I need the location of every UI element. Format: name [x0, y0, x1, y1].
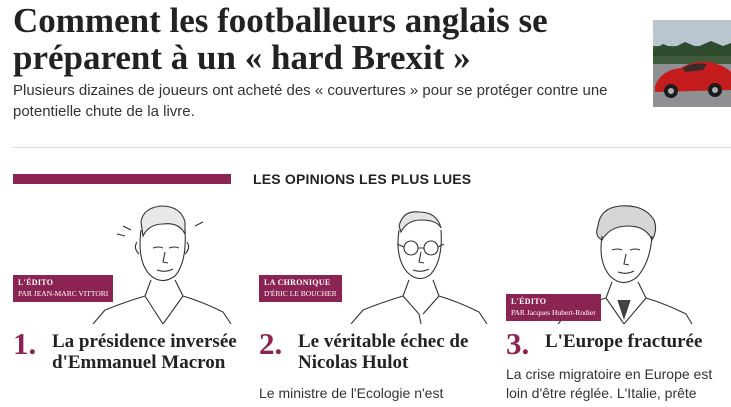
- columnist-portrait-glasses-icon: [350, 211, 488, 324]
- opinion-title[interactable]: La présidence inversée d'Emmanuel Macron: [52, 331, 242, 373]
- section-divider: [13, 147, 731, 148]
- opinion-title[interactable]: L'Europe fracturée: [545, 331, 731, 352]
- opinion-tag[interactable]: LA CHRONIQUE D'ÉRIC LE BOUCHER: [259, 275, 342, 302]
- opinion-card[interactable]: LA CHRONIQUE D'ÉRIC LE BOUCHER 2. Le vér…: [259, 196, 491, 407]
- opinion-title[interactable]: Le véritable échec de Nicolas Hulot: [298, 331, 488, 373]
- section-title: LES OPINIONS LES PLUS LUES: [253, 171, 472, 187]
- opinion-excerpt: La crise migratoire en Europe est loin d…: [506, 366, 713, 401]
- article-summary: Plusieurs dizaines de joueurs ont acheté…: [13, 82, 608, 120]
- article-thumbnail[interactable]: [653, 20, 731, 107]
- opinion-tag[interactable]: L'ÉDITO PAR Jacques Hubert-Rodier: [506, 294, 601, 321]
- opinion-tag-author: D'ÉRIC LE BOUCHER: [264, 289, 337, 298]
- opinion-tag-author: PAR JEAN-MARC VITTORI: [18, 289, 109, 298]
- opinion-rank: 1.: [13, 326, 37, 361]
- opinion-tag[interactable]: L'ÉDITO PAR JEAN-MARC VITTORI: [13, 275, 114, 302]
- opinion-tag-kind: L'ÉDITO: [18, 278, 54, 287]
- opinion-excerpt: Le ministre de l'Ecologie n'est: [259, 385, 444, 401]
- section-accent-bar: [13, 174, 231, 184]
- article-headline[interactable]: Comment les footballeurs anglais se prép…: [13, 2, 633, 76]
- red-sports-car-icon: [653, 20, 731, 107]
- opinion-tag-kind: L'ÉDITO: [511, 297, 547, 306]
- opinion-card[interactable]: L'ÉDITO PAR JEAN-MARC VITTORI 1. La prés…: [13, 196, 245, 407]
- columnist-portrait-icon: [92, 205, 232, 324]
- opinion-card[interactable]: L'ÉDITO PAR Jacques Hubert-Rodier 3. L'E…: [506, 196, 731, 407]
- opinion-rank: 2.: [259, 326, 283, 361]
- opinion-tag-author: PAR Jacques Hubert-Rodier: [511, 308, 596, 317]
- opinion-tag-kind: LA CHRONIQUE: [264, 278, 331, 287]
- opinion-rank: 3.: [506, 326, 530, 361]
